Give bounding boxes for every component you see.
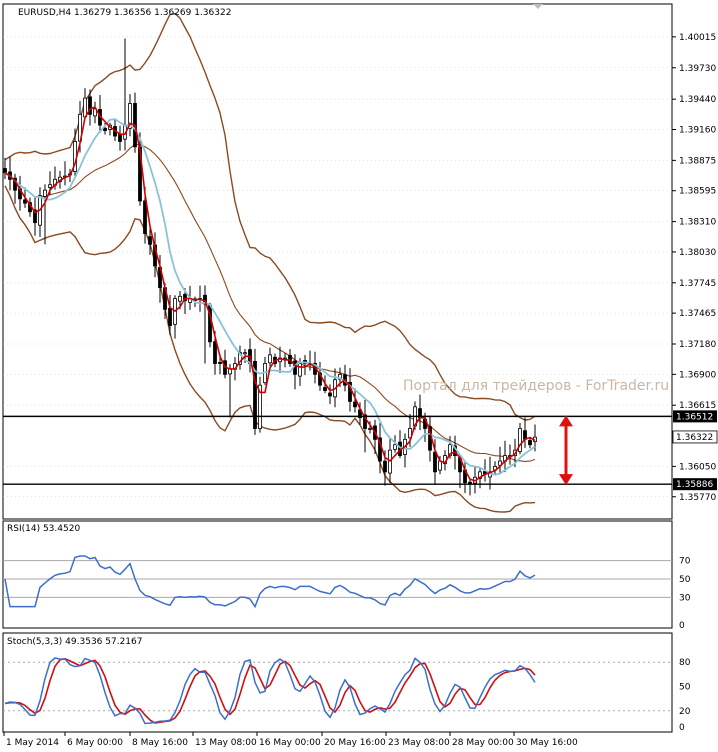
- current-price-label: 1.36322: [676, 433, 713, 443]
- candle-body: [523, 430, 527, 440]
- candle-body: [83, 97, 87, 118]
- candle-body: [353, 401, 357, 408]
- rsi-tick-label: 0: [679, 621, 685, 631]
- candle-body: [438, 460, 442, 471]
- rsi-tick-label: 50: [679, 575, 691, 585]
- candle-body: [43, 189, 47, 197]
- price-tick-label: 1.40015: [679, 33, 716, 43]
- price-tick-label: 1.38595: [679, 187, 716, 197]
- candle-body: [23, 199, 27, 204]
- price-tick-label: 1.39440: [679, 95, 716, 105]
- candle-body: [383, 460, 387, 473]
- time-tick-label: 16 May 00:00: [259, 738, 321, 748]
- candle-body: [268, 354, 272, 364]
- price-tick-label: 1.38310: [679, 218, 716, 228]
- candle-body: [433, 451, 437, 473]
- candle-body: [368, 428, 372, 430]
- time-tick-label: 23 May 08:00: [388, 738, 450, 748]
- rsi-title: RSI(14) 53.4520: [7, 524, 80, 534]
- price-tick-label: 1.36615: [679, 401, 716, 411]
- time-tick-label: 30 May 16:00: [516, 738, 578, 748]
- mt4-chart-window[interactable]: 1.36512 1.35886 1.36322 1.40015 1.39730 1.39…: [0, 0, 718, 748]
- candle-body: [3, 168, 7, 174]
- time-tick-label: 28 May 00:00: [452, 738, 514, 748]
- candle-body: [528, 440, 532, 446]
- rsi-tick-label: 30: [679, 593, 691, 603]
- candle-body: [328, 392, 332, 397]
- price-tick-label: 1.39160: [679, 126, 716, 136]
- chart-svg: 1.36512 1.35886 1.36322 1.40015 1.39730 1.39…: [0, 0, 718, 748]
- candle-body: [393, 444, 397, 450]
- time-tick-label: 1 May 2014: [6, 738, 59, 748]
- candle-body: [178, 295, 182, 302]
- level-tag-label: 1.36512: [676, 412, 713, 422]
- candle-body: [148, 236, 152, 245]
- price-tick-label: 1.37180: [679, 340, 716, 350]
- price-tick-label: 1.36050: [679, 462, 716, 472]
- candle-body: [168, 307, 172, 326]
- candle-body: [118, 133, 122, 142]
- time-tick-label: 20 May 16:00: [324, 738, 386, 748]
- time-tick-label: 8 May 16:00: [132, 738, 188, 748]
- main-panel-title: EURUSD,H4 1.36279 1.36356 1.36269 1.3632…: [18, 8, 231, 18]
- watermark: Портал для трейдеров - ForTrader.ru: [403, 378, 669, 394]
- chart-background: [0, 0, 718, 748]
- stoch-tick-label: 50: [679, 683, 691, 693]
- candle-body: [103, 127, 107, 131]
- rsi-tick-label: 70: [679, 557, 691, 567]
- price-tick-label: 1.39730: [679, 64, 716, 74]
- stoch-tick-label: 80: [679, 658, 691, 668]
- price-tick-label: 1.37745: [679, 279, 716, 289]
- price-tick-label: 1.38030: [679, 248, 716, 258]
- price-tick-label: 1.36900: [679, 370, 716, 380]
- candle-body: [298, 363, 302, 377]
- level-tag-label: 1.35886: [676, 480, 713, 490]
- price-tick-label: 1.37465: [679, 309, 716, 319]
- candle-body: [213, 341, 217, 364]
- time-tick-label: 6 May 00:00: [67, 738, 123, 748]
- candle-body: [48, 184, 52, 188]
- price-tick-label: 1.35770: [679, 493, 716, 503]
- price-tick-label: 1.38875: [679, 156, 716, 166]
- stoch-tick-label: 20: [679, 707, 691, 717]
- stoch-title: Stoch(5,3,3) 49.3536 57.2167: [7, 637, 142, 647]
- stoch-tick-label: 0: [679, 723, 685, 733]
- candle-body: [468, 481, 472, 484]
- candle-body: [323, 387, 327, 391]
- time-tick-label: 13 May 08:00: [195, 738, 257, 748]
- candle-body: [243, 352, 247, 355]
- candle-body: [218, 361, 222, 364]
